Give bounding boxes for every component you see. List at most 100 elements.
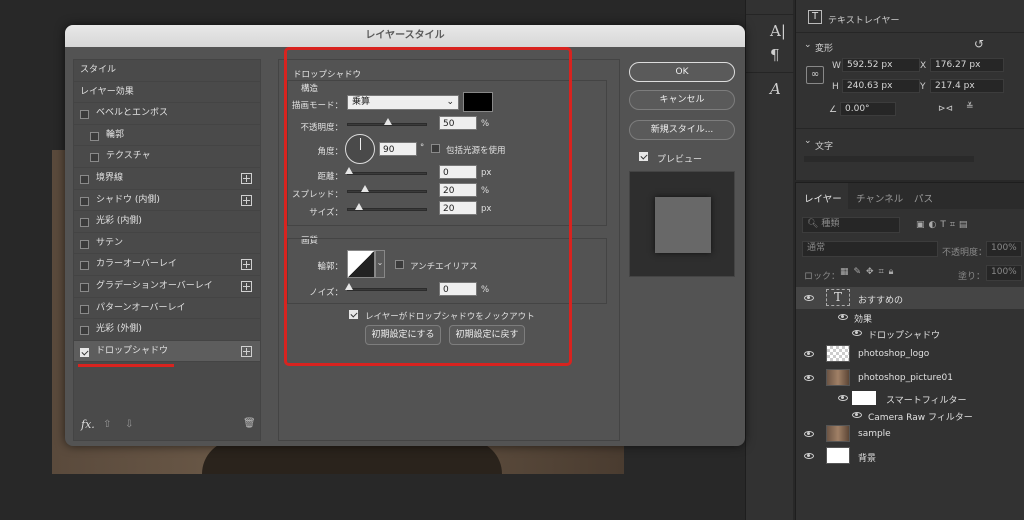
style-item[interactable]: スタイル [74,60,260,82]
eye-icon[interactable] [804,453,814,459]
preview-label: プレビュー [657,155,703,165]
layer-name[interactable]: photoshop_picture01 [858,373,953,383]
layer-effects-row[interactable]: 効果 [796,309,1024,325]
y-field[interactable]: 217.4 px [930,79,1004,93]
lock-label: ロック： [804,272,841,282]
layer-opacity-label: 不透明度： [942,248,988,258]
add-effect-icon[interactable] [241,345,252,357]
preview-checkbox[interactable] [639,152,648,161]
trash-icon[interactable]: 🗑︎ [243,418,256,429]
layer-row[interactable]: photoshop_picture01 [796,367,1024,389]
style-checkbox[interactable] [80,110,89,120]
move-up-icon[interactable]: ⇧ [103,419,111,430]
style-checkbox[interactable] [80,196,89,206]
style-checkbox[interactable] [80,347,89,357]
style-item-label: パターンオーバーレイ [96,302,186,313]
layer-name[interactable]: 背景 [858,451,876,464]
scroll-bar[interactable] [804,156,974,162]
angle-icon: ∠ [829,105,838,115]
style-checkbox[interactable] [80,218,89,228]
x-field[interactable]: 176.27 px [930,58,1004,72]
style-item[interactable]: カラーオーバーレイ [74,254,260,276]
style-checkbox[interactable] [80,261,89,271]
text-chevron-icon[interactable]: ⌄ [804,136,812,146]
flip-vertical-icon[interactable]: ≚ [966,102,974,112]
layer-row[interactable]: T おすすめの [796,287,1024,309]
layer-name[interactable]: おすすめの [858,293,903,306]
style-item[interactable]: グラデーションオーバーレイ [74,276,260,298]
layer-row[interactable]: sample [796,423,1024,445]
style-checkbox[interactable] [80,175,89,184]
link-icon[interactable]: ∞ [806,66,824,84]
eye-icon[interactable] [804,295,814,301]
eye-icon[interactable] [804,375,814,381]
style-checkbox[interactable] [80,283,89,292]
character-panel-icon[interactable]: A| [770,22,786,40]
layer-name[interactable]: photoshop_logo [858,349,929,359]
style-item[interactable]: 境界線 [74,168,260,190]
style-item[interactable]: 輪郭 [74,125,260,147]
dialog-title: レイヤースタイル [65,25,745,47]
lock-icons[interactable]: ▦✎✥⌗🔒︎ [840,267,898,277]
style-item[interactable]: シャドウ (内側) [74,190,260,212]
cancel-button[interactable]: キャンセル [629,90,735,110]
layer-thumbnail [826,425,850,442]
eye-icon[interactable] [838,395,848,401]
style-checkbox[interactable] [80,304,89,314]
style-item-label: テクスチャ [106,151,151,162]
style-checkbox[interactable] [90,131,99,141]
eye-icon[interactable] [804,431,814,437]
rotation-field[interactable]: 0.00° [840,102,896,116]
add-effect-icon[interactable] [241,173,252,184]
eye-icon[interactable] [838,314,848,320]
eye-icon[interactable] [852,412,862,418]
style-item[interactable]: ベベルとエンボス [74,103,260,125]
effect-row[interactable]: ドロップシャドウ [796,325,1024,341]
layer-row[interactable]: photoshop_logo [796,343,1024,365]
layer-name[interactable]: sample [858,429,891,439]
style-item-label: 輪郭 [106,129,125,140]
layer-row[interactable]: 背景 [796,445,1024,467]
filter-row[interactable]: Camera Raw フィルター [796,407,1024,423]
blend-mode-select[interactable]: 通常 [802,241,938,257]
style-checkbox[interactable] [80,326,89,336]
ok-button[interactable]: OK [629,62,735,82]
fill-field[interactable]: 100% [986,265,1022,281]
smart-filter-row[interactable]: スマートフィルター [796,389,1024,407]
width-field[interactable]: 592.52 px [842,58,920,72]
fx-icon[interactable]: fx. [81,418,95,431]
style-item[interactable]: 光彩 (外側) [74,319,260,341]
eye-icon[interactable] [852,330,862,336]
tab-paths[interactable]: パス [914,191,933,205]
add-effect-icon[interactable] [241,194,252,206]
reset-transform-icon[interactable]: ↺ [974,37,984,51]
paragraph-panel-icon[interactable]: ¶ [770,46,780,64]
add-effect-icon[interactable] [241,281,252,292]
text-section-title: 文字 [815,142,834,152]
w-label: W [832,61,841,71]
style-checkbox[interactable] [90,153,99,163]
add-effect-icon[interactable] [241,259,252,271]
height-field[interactable]: 240.63 px [842,79,920,93]
glyphs-panel-icon[interactable]: A [770,80,781,98]
fill-label: 塗り： [958,272,986,282]
filter-icons[interactable]: ▣◐T⌗▤ [916,220,971,230]
flip-horizontal-icon[interactable]: ⊳⊲ [938,104,953,114]
filter-kind-select[interactable]: 🔍︎ 種類 [802,217,900,233]
new-style-button[interactable]: 新規スタイル... [629,120,735,140]
style-item[interactable]: 光彩 (内側) [74,211,260,233]
eye-icon[interactable] [804,351,814,357]
layer-opacity-field[interactable]: 100% [986,241,1022,257]
style-checkbox[interactable] [80,239,89,249]
style-item[interactable]: レイヤー効果 [74,82,260,104]
smart-filter-label: スマートフィルター [886,396,967,406]
style-item[interactable]: テクスチャ [74,146,260,168]
style-item[interactable]: パターンオーバーレイ [74,298,260,320]
style-item[interactable]: ドロップシャドウ [74,340,260,363]
move-down-icon[interactable]: ⇩ [125,419,133,430]
style-item[interactable]: サテン [74,233,260,255]
transform-chevron-icon[interactable]: ⌄ [804,40,812,50]
tab-layers[interactable]: レイヤー [804,191,842,205]
filter-kind-label: 種類 [821,219,840,229]
tab-channels[interactable]: チャンネル [856,191,903,205]
